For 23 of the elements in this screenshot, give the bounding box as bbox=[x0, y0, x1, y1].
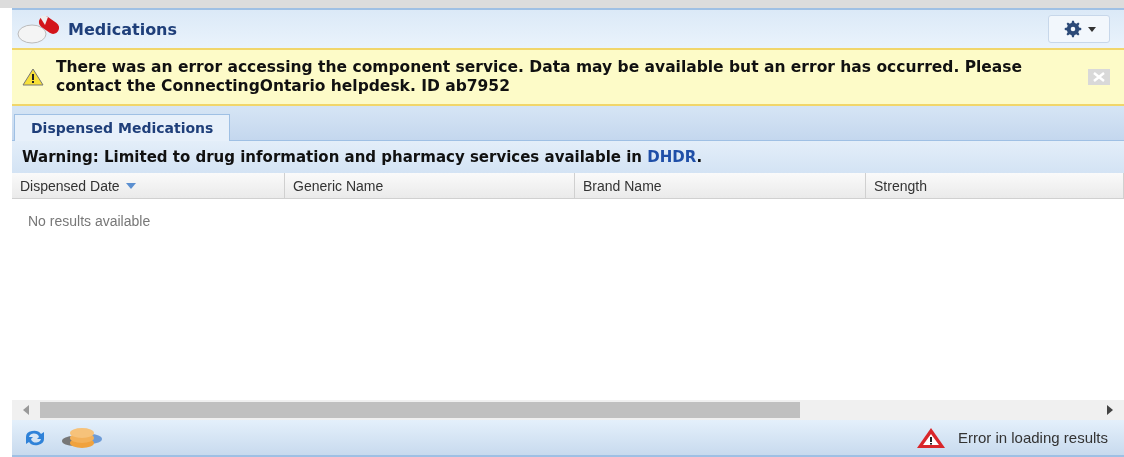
error-icon bbox=[915, 426, 946, 449]
status-message: Error in loading results bbox=[957, 429, 1108, 446]
column-header[interactable]: Generic Name bbox=[285, 173, 575, 198]
settings-button[interactable] bbox=[1048, 15, 1110, 43]
right-arrow-icon bbox=[1107, 405, 1113, 415]
dhdr-link[interactable]: DHDR bbox=[647, 148, 697, 166]
empty-message: No results available bbox=[28, 213, 151, 229]
column-header[interactable]: Strength bbox=[866, 173, 1124, 198]
tab[interactable]: Dispensed Medications bbox=[14, 114, 231, 141]
settings-icon bbox=[1062, 18, 1084, 40]
close-icon bbox=[1093, 72, 1105, 82]
horizontal-scrollbar[interactable] bbox=[12, 400, 1124, 420]
warning-text: Warning: Limited to drug information and pharmacy services available in DHDR. bbox=[22, 148, 703, 166]
database-icon[interactable] bbox=[60, 426, 104, 449]
left-arrow-icon bbox=[23, 405, 29, 415]
column-header[interactable]: Dispensed Date bbox=[12, 173, 285, 198]
caret-icon bbox=[1088, 26, 1096, 32]
pills-icon bbox=[16, 13, 62, 45]
error-message: There was an error accessing the component service. Data may be available but an error has occurred. Please contact the ConnectingOntario helpdesk. ID ab7952 bbox=[56, 58, 1024, 96]
panel-title: Medications bbox=[68, 19, 179, 39]
warning-icon bbox=[22, 68, 44, 86]
column-header[interactable]: Brand Name bbox=[575, 173, 866, 198]
scroll-thumb[interactable] bbox=[40, 402, 800, 418]
